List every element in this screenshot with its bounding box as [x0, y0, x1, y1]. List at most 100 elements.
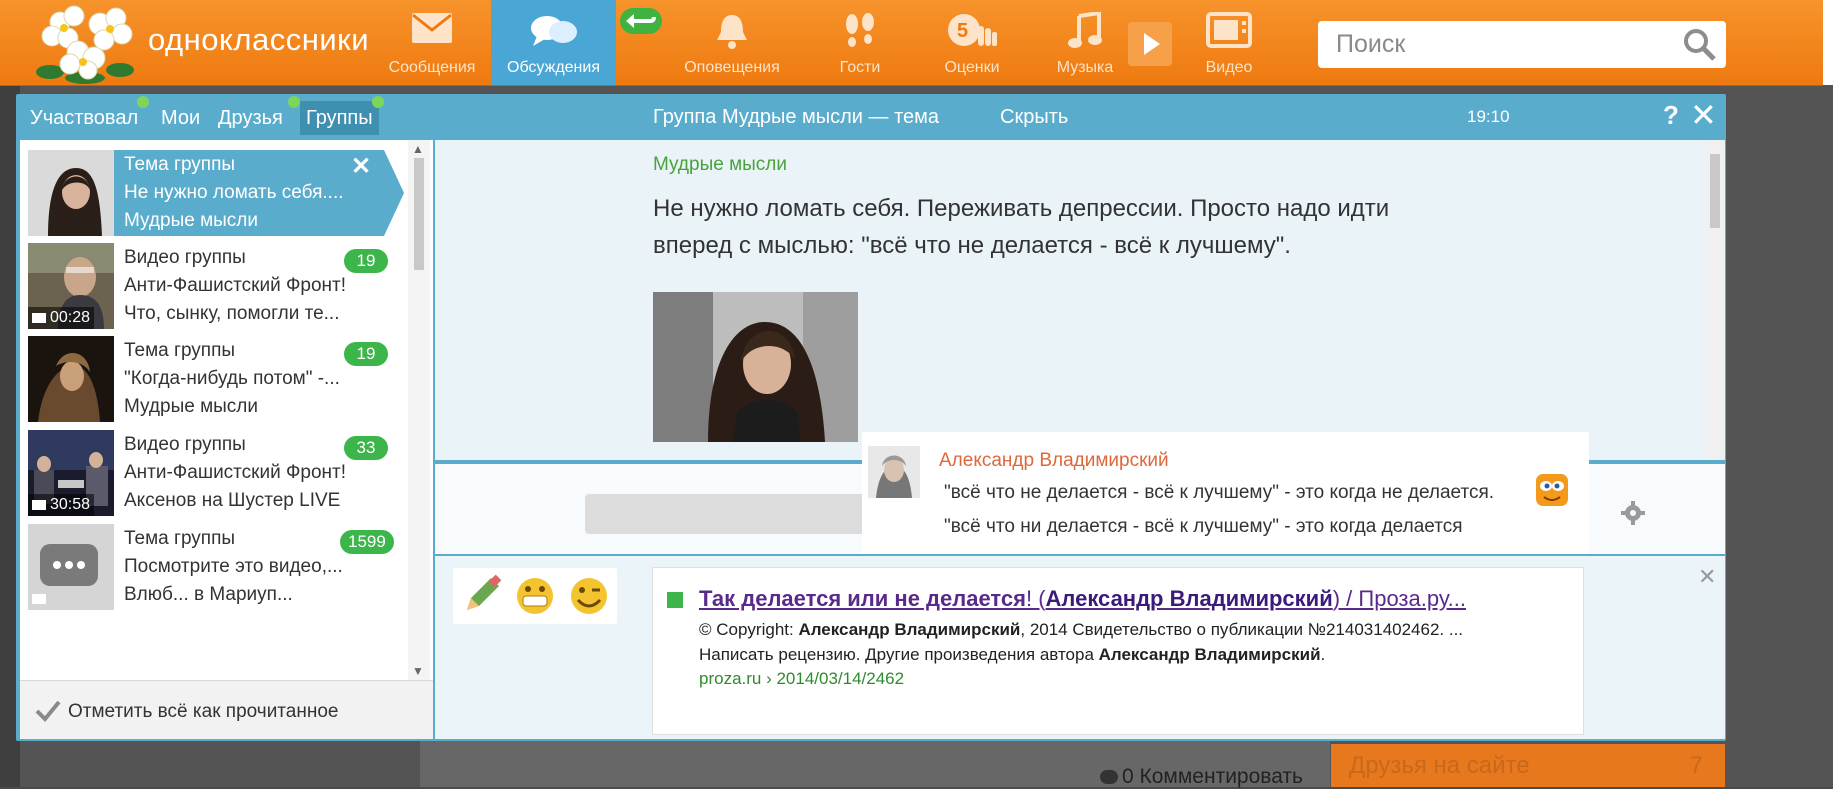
topic-header: Группа Мудрые мысли — тема Скрыть 19:10 … [435, 94, 1726, 140]
nav-guests[interactable]: Гости [801, 0, 919, 85]
nav-discussions[interactable]: Обсуждения [491, 0, 616, 85]
comment-line: "всё что ни делается - всё к лучшему" - … [944, 516, 1463, 537]
camera-icon [32, 312, 46, 323]
topic-photo[interactable] [653, 292, 858, 442]
nav-ratings[interactable]: 5 Оценки [913, 0, 1031, 85]
discussion-group: Мудрые мысли [124, 210, 258, 231]
nav-ratings-label: Оценки [944, 59, 1000, 76]
friends-online-label: Друзья на сайте [1349, 752, 1530, 779]
result-snippet-line: Написать рецензию. Другие произведения а… [699, 645, 1325, 665]
comment-input[interactable] [585, 494, 875, 534]
tab-groups-label: Группы [306, 107, 373, 129]
current-time: 19:10 [1467, 107, 1510, 126]
discussion-title: Анти-Фашистский Фронт! [124, 462, 347, 483]
flower-logo-icon[interactable] [30, 2, 140, 84]
scrollbar-thumb[interactable] [414, 158, 424, 270]
magnifier-icon[interactable] [1682, 27, 1718, 63]
topic-header-title[interactable]: Группа Мудрые мысли — тема [653, 106, 939, 129]
author-avatar[interactable] [868, 446, 920, 498]
tab-groups-new-dot [372, 96, 384, 108]
discussion-item[interactable]: Тема группы "Когда-нибудь потом" -... Му… [28, 336, 408, 426]
search-input[interactable] [1318, 21, 1676, 68]
orange-smiley-icon [1535, 472, 1569, 508]
close-window-icon[interactable]: ✕ [1690, 96, 1717, 134]
discussion-item[interactable]: Тема группы Не нужно ломать себя.... Муд… [28, 150, 408, 240]
nav-guests-label: Гости [839, 59, 881, 76]
video-duration: 30:58 [28, 494, 95, 516]
discussion-type: Тема группы [124, 528, 236, 549]
topic-scrollbar[interactable] [1706, 140, 1724, 458]
rating-5-icon: 5 [946, 12, 998, 57]
result-snippet-line: © Copyright: Александр Владимирский, 201… [699, 620, 1463, 640]
snippet-part: Александр Владимирский [798, 620, 1021, 639]
search-result-card: Так делается или не делается! (Александр… [652, 567, 1584, 735]
result-title-part: Так делается или не делается [699, 586, 1026, 611]
discussion-list-scrollbar[interactable]: ▲ ▼ [408, 140, 430, 680]
topic-group-name[interactable]: Мудрые мысли [653, 154, 787, 176]
comment-author-name[interactable]: Александр Владимирский [939, 450, 1169, 472]
wink-smiley-icon[interactable] [561, 568, 617, 624]
discussion-item[interactable]: 00:28 Видео группы Анти-Фашистский Фронт… [28, 243, 408, 333]
discussion-title: "Когда-нибудь потом" -... [124, 368, 340, 389]
tab-mine[interactable]: Мои [155, 101, 206, 135]
topic-text: Не нужно ломать себя. Переживать депресс… [653, 195, 1390, 259]
tab-participated-new-dot [137, 96, 149, 108]
discussion-item[interactable]: 30:58 Видео группы Анти-Фашистский Фронт… [28, 430, 408, 520]
nav-notifications[interactable]: Оповещения [673, 0, 791, 85]
help-icon[interactable]: ? [1663, 100, 1679, 131]
video-duration: 00:28 [28, 307, 95, 329]
snippet-part: , 2014 Свидетельство о публикации №21403… [1020, 620, 1464, 639]
tab-friends-label: Друзья [218, 107, 283, 129]
nav-music[interactable]: Музыка [1026, 0, 1144, 85]
site-name[interactable]: одноклассники [148, 22, 369, 58]
grin-smiley-icon[interactable] [507, 568, 563, 624]
nav-video-label: Видео [1205, 59, 1253, 76]
pencil-icon[interactable] [453, 568, 509, 624]
tab-friends[interactable]: Друзья [212, 101, 289, 135]
close-icon[interactable]: ✕ [351, 152, 371, 181]
gear-icon[interactable] [1620, 500, 1646, 531]
tab-participated[interactable]: Участвовал [24, 101, 144, 135]
new-count-badge: 19 [344, 342, 388, 366]
topic-message-area: Мудрые мысли Не нужно ломать себя. Переж… [435, 140, 1725, 460]
hide-button[interactable]: Скрыть [1000, 106, 1068, 129]
result-title-part: ) / Проза.ру... [1332, 586, 1466, 611]
scroll-up-icon[interactable]: ▲ [412, 142, 424, 156]
search-result-link[interactable]: Так делается или не делается! (Александр… [699, 586, 1466, 612]
video-icon [1206, 12, 1252, 53]
close-suggestion-icon[interactable]: ✕ [1698, 564, 1716, 590]
discussion-type: Тема группы [124, 340, 236, 361]
snippet-part: Александр Владимирский [1098, 645, 1321, 664]
new-count-badge: 33 [344, 436, 388, 460]
discussion-item[interactable]: Тема группы Посмотрите это видео,... Влю… [28, 524, 408, 614]
play-icon[interactable] [1128, 22, 1172, 66]
discussion-title: Анти-Фашистский Фронт! [124, 275, 347, 296]
footprints-icon [841, 12, 879, 55]
mark-all-read-label: Отметить всё как прочитанное [68, 701, 339, 722]
discussion-group: Что, сынку, помогли те... [124, 303, 340, 324]
nav-video[interactable]: Видео [1170, 0, 1288, 85]
favicon-icon [667, 592, 683, 608]
mark-all-read-button[interactable]: Отметить всё как прочитанное [20, 680, 433, 739]
checkmark-icon [35, 700, 61, 722]
discussion-list: Тема группы Не нужно ломать себя.... Муд… [20, 140, 433, 680]
tab-mine-label: Мои [161, 107, 201, 129]
scroll-down-icon[interactable]: ▼ [412, 664, 424, 678]
nav-messages[interactable]: Сообщения [373, 0, 491, 85]
active-highlight-arrow [384, 150, 404, 236]
discussion-group: Аксенов на Шустер LIVE [124, 490, 341, 511]
tab-groups[interactable]: Группы [300, 101, 379, 135]
result-title-part: Александр Владимирский [1045, 586, 1333, 611]
friends-online-block[interactable]: Друзья на сайте 7 [1331, 744, 1725, 787]
snippet-part: . [1320, 645, 1326, 664]
background-comment-link[interactable]: 0 Комментировать [1100, 765, 1303, 789]
back-arrow-icon[interactable] [620, 8, 662, 34]
nav-discussions-label: Обсуждения [507, 59, 600, 76]
chat-bubbles-icon [529, 12, 579, 53]
video-marker [28, 588, 54, 610]
video-duration-text: 00:28 [50, 309, 91, 326]
result-url[interactable]: proza.ru › 2014/03/14/2462 [699, 669, 904, 689]
scrollbar-thumb[interactable] [1710, 154, 1720, 228]
search-box [1318, 21, 1726, 68]
reply-comment-popup: Александр Владимирский "всё что не делае… [862, 432, 1589, 554]
